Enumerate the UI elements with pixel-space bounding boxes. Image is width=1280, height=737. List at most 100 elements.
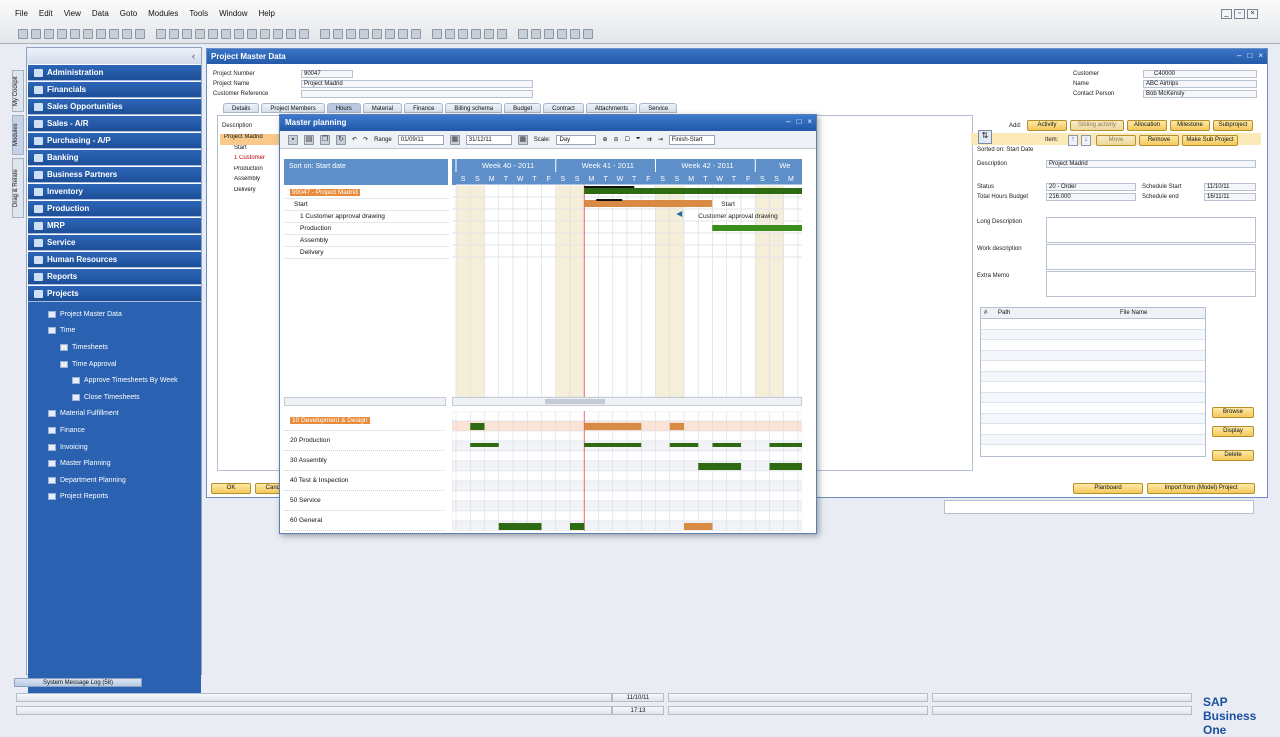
- gantt-chart[interactable]: Week 40 - 2011 Week 41 - 2011 Week 42 - 20…: [452, 159, 802, 397]
- submenu-item[interactable]: Master Planning: [28, 455, 201, 472]
- tab-my-cockpit[interactable]: My Cockpit: [12, 70, 24, 112]
- toolbar-icon[interactable]: [83, 29, 93, 39]
- tab-contract[interactable]: Contract: [543, 103, 584, 113]
- toolbar-icon[interactable]: [484, 29, 494, 39]
- activity-button[interactable]: Activity: [1027, 120, 1067, 131]
- remove-button[interactable]: Remove: [1139, 135, 1179, 146]
- tab-billing-schema[interactable]: Billing schema: [445, 103, 503, 113]
- mp-tree-row[interactable]: Delivery: [284, 247, 450, 259]
- project-tree-item[interactable]: 1 Customer: [220, 155, 280, 166]
- department-row[interactable]: 60 General: [284, 511, 444, 531]
- tab-hours[interactable]: Hours: [326, 103, 361, 113]
- ok-button[interactable]: OK: [211, 483, 251, 494]
- module-service[interactable]: Service: [28, 235, 201, 251]
- menu-tools[interactable]: Tools: [188, 9, 209, 21]
- toolbar-icon[interactable]: [31, 29, 41, 39]
- restore-icon[interactable]: ▫: [1234, 9, 1245, 19]
- submenu-item[interactable]: Time Approval: [28, 356, 201, 373]
- module-purchasing-a-p[interactable]: Purchasing - A/P: [28, 133, 201, 149]
- toolbar-icon[interactable]: [320, 29, 330, 39]
- sort-icon[interactable]: ⇅: [978, 130, 992, 144]
- attachment-row[interactable]: [981, 403, 1205, 414]
- mp-tree-row[interactable]: 90047 - Project Madrid: [284, 187, 450, 199]
- project-tree-item[interactable]: Start: [220, 145, 280, 156]
- tab-finance[interactable]: Finance: [404, 103, 444, 113]
- submenu-item[interactable]: Department Planning: [28, 472, 201, 489]
- department-row[interactable]: 50 Service: [284, 491, 444, 511]
- module-banking[interactable]: Banking: [28, 150, 201, 166]
- toolbar-icon[interactable]: [518, 29, 528, 39]
- milestone-button[interactable]: Milestone: [1170, 120, 1210, 131]
- menu-help[interactable]: Help: [258, 9, 276, 21]
- checkbox[interactable]: ☐: [625, 136, 630, 143]
- redo-icon[interactable]: ↷: [363, 136, 368, 143]
- close-icon[interactable]: ×: [1247, 9, 1258, 19]
- save-icon[interactable]: ▪: [288, 134, 298, 145]
- menu-data[interactable]: Data: [91, 9, 110, 21]
- project-tree-item[interactable]: Project Madrid: [220, 134, 280, 145]
- attachment-row[interactable]: [981, 319, 1205, 330]
- long-description-field[interactable]: [1046, 217, 1256, 243]
- mp-tree-row[interactable]: Start: [284, 199, 450, 211]
- move-down-icon[interactable]: ↓: [1081, 135, 1091, 146]
- toolbar-icon[interactable]: [156, 29, 166, 39]
- submenu-item[interactable]: Approve Timesheets By Week: [28, 372, 201, 389]
- submenu-item[interactable]: Close Timesheets: [28, 389, 201, 406]
- toolbar-icon[interactable]: [208, 29, 218, 39]
- department-row[interactable]: 10 Development & Design: [284, 411, 444, 431]
- submenu-item[interactable]: Timesheets: [28, 339, 201, 356]
- module-business-partners[interactable]: Business Partners: [28, 167, 201, 183]
- subproject-button[interactable]: Subproject: [1213, 120, 1253, 131]
- sidebar-collapse-icon[interactable]: ‹: [27, 48, 201, 64]
- toolbar-icon[interactable]: [333, 29, 343, 39]
- undo-icon[interactable]: ↶: [352, 136, 357, 143]
- project-tree-item[interactable]: Delivery: [220, 187, 280, 198]
- menu-edit[interactable]: Edit: [38, 9, 54, 21]
- module-mrp[interactable]: MRP: [28, 218, 201, 234]
- module-production[interactable]: Production: [28, 201, 201, 217]
- toolbar-icon[interactable]: [359, 29, 369, 39]
- tab-budget[interactable]: Budget: [504, 103, 542, 113]
- minimize-icon[interactable]: _: [1221, 9, 1232, 19]
- allocation-button[interactable]: Allocation: [1127, 120, 1167, 131]
- department-row[interactable]: 40 Test & Inspection: [284, 471, 444, 491]
- toolbar-icon[interactable]: [109, 29, 119, 39]
- attachment-row[interactable]: [981, 424, 1205, 435]
- menu-view[interactable]: View: [63, 9, 82, 21]
- link-icon[interactable]: ⇉: [647, 136, 652, 143]
- zoom-in-icon[interactable]: ⊕: [602, 136, 607, 143]
- toolbar-icon[interactable]: [544, 29, 554, 39]
- toolbar-icon[interactable]: [497, 29, 507, 39]
- attachment-row[interactable]: [981, 413, 1205, 424]
- tab-attachments[interactable]: Attachments: [585, 103, 638, 113]
- range-to-field[interactable]: 31/12/11: [465, 134, 512, 145]
- calendar-icon[interactable]: ▦: [517, 134, 528, 145]
- gantt-scrollbar[interactable]: [452, 397, 802, 406]
- unlink-icon[interactable]: ⇥: [658, 136, 663, 143]
- toolbar-icon[interactable]: [169, 29, 179, 39]
- contact-field[interactable]: Bob McKensly: [1143, 90, 1257, 98]
- minimize-icon[interactable]: –: [1237, 51, 1241, 60]
- toolbar-icon[interactable]: [96, 29, 106, 39]
- project-number-field[interactable]: 90047: [301, 70, 353, 78]
- toolbar-icon[interactable]: [346, 29, 356, 39]
- toolbar-icon[interactable]: [247, 29, 257, 39]
- toolbar-icon[interactable]: [182, 29, 192, 39]
- department-row[interactable]: 30 Assembly: [284, 451, 444, 471]
- schedule-end-field[interactable]: 16/11/11: [1204, 193, 1256, 201]
- attachment-row[interactable]: [981, 371, 1205, 382]
- print-icon[interactable]: ▤: [304, 134, 314, 145]
- toolbar-icon[interactable]: [70, 29, 80, 39]
- menu-file[interactable]: File: [14, 9, 29, 21]
- submenu-item[interactable]: Time: [28, 323, 201, 340]
- delete-button[interactable]: Delete: [1212, 450, 1254, 461]
- toolbar-icon[interactable]: [557, 29, 567, 39]
- submenu-item[interactable]: Project Reports: [28, 489, 201, 506]
- toolbar-icon[interactable]: [260, 29, 270, 39]
- total-hours-field[interactable]: 216.000: [1046, 193, 1136, 201]
- toolbar-icon[interactable]: [385, 29, 395, 39]
- dependency-select[interactable]: Finish-Start: [668, 134, 715, 145]
- refresh-icon[interactable]: ↻: [336, 134, 346, 145]
- toolbar-icon[interactable]: [445, 29, 455, 39]
- copy-icon[interactable]: ❐: [320, 134, 330, 145]
